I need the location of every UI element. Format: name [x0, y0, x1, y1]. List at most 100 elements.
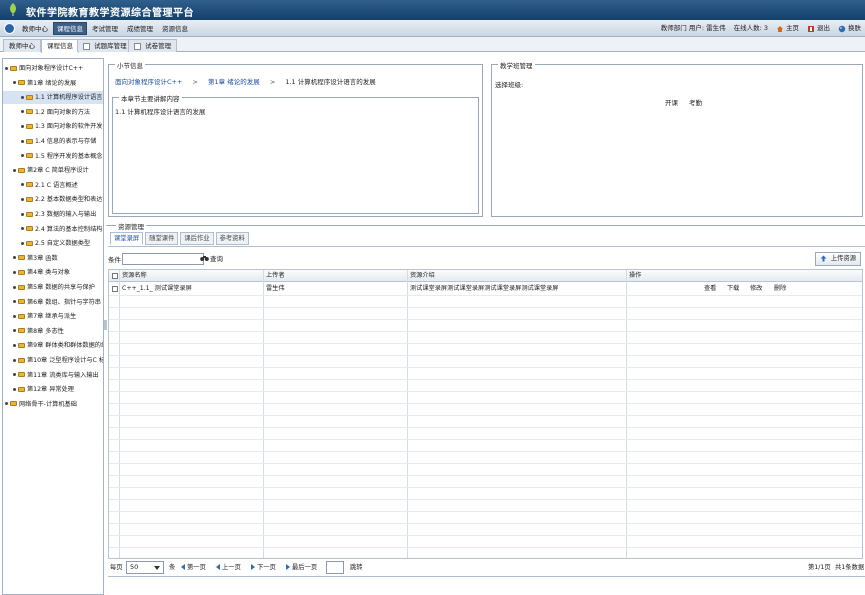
- menu-toggle-icon[interactable]: [4, 23, 15, 34]
- tree-node-label: 第4章 类与对象: [27, 269, 71, 277]
- tree-node[interactable]: 1.5 程序开发的基本概念: [3, 150, 103, 163]
- row-divider: [109, 427, 862, 428]
- per-page-select[interactable]: 50: [126, 561, 164, 574]
- row-divider: [109, 499, 862, 500]
- first-page-icon: [181, 564, 185, 570]
- tree-node[interactable]: 第6章 数组、指针与字符串: [3, 296, 103, 309]
- tree-node[interactable]: 第11章 流类库与输入输出: [3, 369, 103, 382]
- tree-node[interactable]: 2.1 C 语言概述: [3, 179, 103, 192]
- menu-item[interactable]: 资源信息: [158, 22, 192, 35]
- row-divider: [109, 391, 862, 392]
- row-divider: [109, 439, 862, 440]
- tree-node-label: 第8章 多态性: [27, 327, 64, 335]
- tree-node[interactable]: 第1章 绪论的发展: [3, 77, 103, 90]
- row-divider: [109, 415, 862, 416]
- row-divider: [109, 355, 862, 356]
- next-page-button[interactable]: 下一页: [251, 562, 276, 573]
- tree-node[interactable]: 第8章 多态性: [3, 325, 103, 338]
- row-checkbox[interactable]: [112, 286, 118, 292]
- row-divider: [109, 403, 862, 404]
- tree-node[interactable]: 面向对象程序设计C++: [3, 62, 103, 75]
- home-link[interactable]: 主页: [776, 22, 799, 35]
- menu-item[interactable]: 教师中心: [18, 22, 52, 35]
- menu-item[interactable]: 考试管理: [88, 22, 122, 35]
- page-number-input[interactable]: [326, 561, 344, 574]
- search-input[interactable]: [122, 253, 204, 265]
- tree-node[interactable]: 1.3 面向对象的软件开发: [3, 120, 103, 133]
- cell-uploader: 雷生伟: [266, 285, 285, 292]
- folder-icon: [26, 182, 33, 188]
- breadcrumb-course[interactable]: 面向对象程序设计C++: [115, 78, 182, 86]
- last-page-button[interactable]: 最后一页: [286, 562, 317, 573]
- section-info-legend: 小节信息: [115, 60, 145, 70]
- prev-page-button[interactable]: 上一页: [216, 562, 241, 573]
- skin-link[interactable]: 换肤: [838, 22, 861, 35]
- tree-node[interactable]: 2.3 数据的输入与输出: [3, 208, 103, 221]
- section-info-panel: 小节信息 面向对象程序设计C++ > 第1章 绪论的发展 > 1.1 计算机程序…: [108, 60, 483, 217]
- select-all-checkbox[interactable]: [112, 273, 118, 279]
- first-page-button[interactable]: 第一页: [181, 562, 206, 573]
- attendance-button[interactable]: 考勤: [689, 97, 702, 107]
- folder-icon: [26, 226, 33, 232]
- tree-node[interactable]: 第3章 函数: [3, 252, 103, 265]
- folder-icon: [26, 211, 33, 217]
- menu-item[interactable]: 课程信息: [53, 22, 87, 35]
- resource-tab[interactable]: 随堂课件: [145, 232, 179, 245]
- tree-node[interactable]: 第5章 数据的共享与保护: [3, 281, 103, 294]
- tree-node[interactable]: 1.2 面向对象的方法: [3, 106, 103, 119]
- breadcrumb-separator: >: [269, 78, 276, 86]
- per-page-value: 50: [130, 563, 139, 571]
- tree-node[interactable]: 1.4 信息的表示与存储: [3, 135, 103, 148]
- tree-node[interactable]: 2.4 算法的基本控制结构: [3, 223, 103, 236]
- logout-link[interactable]: 退出: [807, 22, 830, 35]
- first-page-label: 第一页: [187, 564, 206, 571]
- tree-bullet-icon: [13, 81, 16, 85]
- resource-tab[interactable]: 课后作业: [180, 232, 214, 245]
- binoculars-icon: [200, 256, 209, 261]
- tree-node-label: 第12章 异常处理: [27, 386, 74, 394]
- tree-bullet-icon: [21, 154, 24, 158]
- table-row[interactable]: C++_1.1_ 测试课堂录屏 雷生伟 测试课堂录屏测试课堂录屏测试课堂录屏测试课堂…: [109, 283, 862, 295]
- folder-icon: [26, 153, 33, 159]
- logout-label: 退出: [817, 24, 830, 32]
- tree-bullet-icon: [13, 329, 16, 333]
- row-action-link[interactable]: 查看: [704, 283, 716, 295]
- row-action-link[interactable]: 下载: [727, 283, 739, 295]
- dept-user-text: 教师部门 用户: 雷生伟: [660, 24, 726, 32]
- tab-question-bank[interactable]: 试题库管理: [77, 39, 133, 52]
- tab-exam-mgmt-label: 试卷管理: [145, 42, 172, 50]
- resource-tab[interactable]: 课堂录屏: [110, 232, 144, 245]
- tree-bullet-icon: [21, 95, 24, 99]
- tree-bullet-icon: [13, 256, 16, 260]
- tree-node[interactable]: 2.2 基本数据类型和表达式: [3, 193, 103, 206]
- upload-resource-button[interactable]: 上传资源: [814, 252, 861, 266]
- tree-node-label: 2.1 C 语言概述: [35, 181, 78, 189]
- tree-node[interactable]: 第7章 继承与派生: [3, 310, 103, 323]
- tree-node[interactable]: 第12章 异常处理: [3, 383, 103, 396]
- tab-exam-mgmt[interactable]: 试卷管理: [128, 39, 178, 52]
- tree-node[interactable]: 网络骨干-计算机基础: [3, 398, 103, 411]
- tab-course-info[interactable]: 课程信息: [41, 39, 79, 53]
- tree-bullet-icon: [13, 343, 16, 347]
- tree-node[interactable]: 第2章 C 简单程序设计: [3, 164, 103, 177]
- tab-teacher-center[interactable]: 教师中心: [3, 39, 41, 52]
- jump-button[interactable]: 跳转: [350, 562, 363, 573]
- tree-node[interactable]: 第9章 群体类和群体数据的组织: [3, 339, 103, 352]
- tree-node-label: 第6章 数组、指针与字符串: [27, 298, 101, 306]
- folder-icon: [18, 357, 25, 363]
- tree-node[interactable]: 1.1 计算机程序设计语言的: [3, 91, 103, 105]
- skin-label: 换肤: [848, 24, 861, 32]
- search-button[interactable]: 查询: [200, 253, 223, 263]
- pagination-bar: 每页 50 条 第一页 上一页 下一页 最后一页 跳转 第1/1页 共1条数据: [108, 559, 864, 576]
- open-course-button[interactable]: 开课: [665, 97, 678, 107]
- tree-node-label: 面向对象程序设计C++: [19, 65, 84, 72]
- menu-item[interactable]: 成绩管理: [123, 22, 157, 35]
- breadcrumb-chapter[interactable]: 第1章 绪论的发展: [208, 78, 260, 86]
- row-action-link[interactable]: 删除: [774, 283, 786, 295]
- tree-node[interactable]: 第10章 泛型程序设计与C 标准: [3, 354, 103, 367]
- row-action-link[interactable]: 修改: [750, 283, 762, 295]
- tree-node[interactable]: 第4章 类与对象: [3, 266, 103, 279]
- tree-node[interactable]: 2.5 自定义数据类型: [3, 237, 103, 250]
- resource-tab[interactable]: 参考资料: [215, 232, 249, 245]
- tree-bullet-icon: [13, 168, 16, 172]
